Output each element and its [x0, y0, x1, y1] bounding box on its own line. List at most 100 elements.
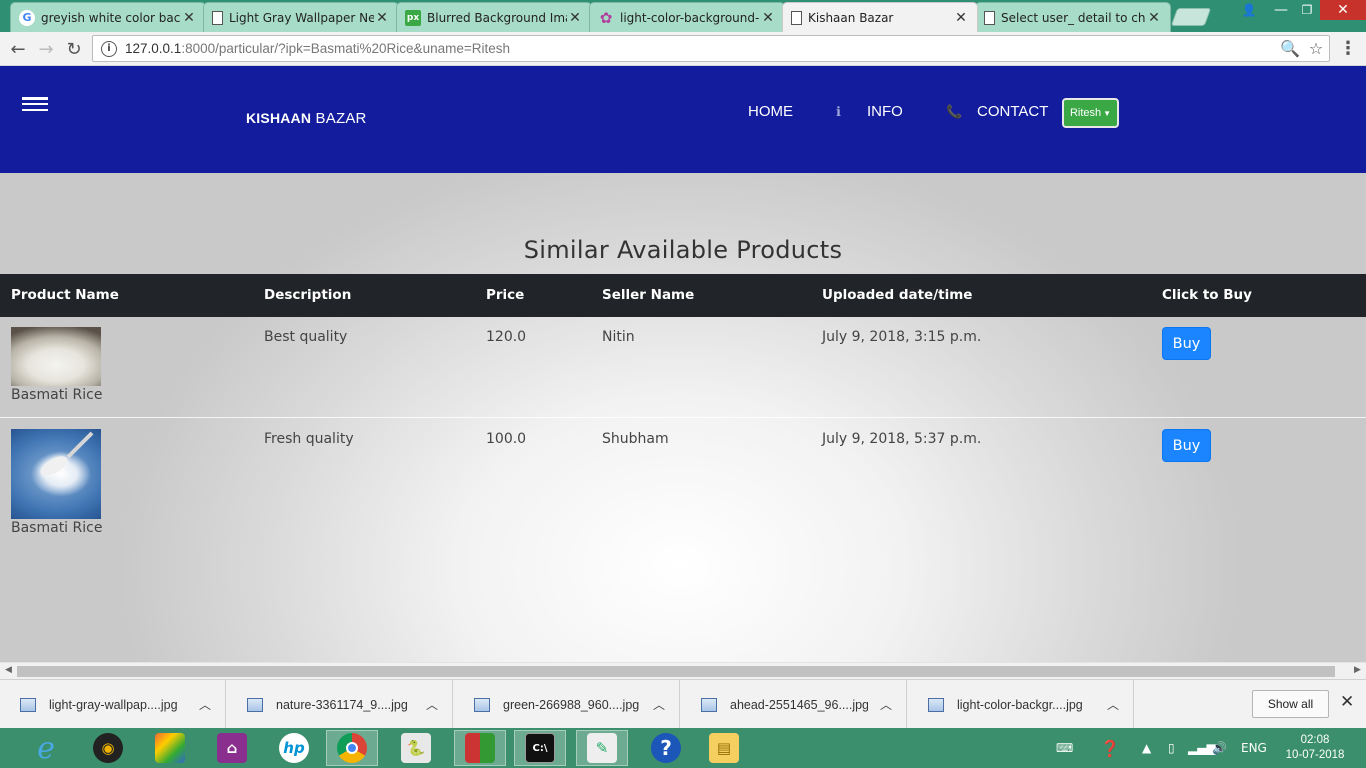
close-icon[interactable]: ✕	[1146, 10, 1162, 26]
language-indicator[interactable]: ENG	[1241, 728, 1267, 768]
download-filename: light-gray-wallpap....jpg	[49, 697, 178, 712]
python-icon[interactable]: 🐍	[390, 730, 442, 766]
download-item[interactable]: light-color-backgr....jpg ︿	[908, 680, 1134, 729]
tab-title: Select user_ detail to char	[1001, 10, 1146, 25]
hamburger-menu-icon[interactable]	[22, 97, 48, 111]
column-header: Price	[486, 287, 525, 303]
image-file-icon	[701, 697, 717, 712]
download-item[interactable]: light-gray-wallpap....jpg ︿	[0, 680, 226, 729]
uploaded-cell: July 9, 2018, 5:37 p.m.	[822, 431, 982, 447]
seller-cell: Shubham	[602, 431, 669, 447]
row-divider	[0, 417, 252, 418]
info-icon: ℹ	[836, 104, 841, 119]
command-prompt-icon[interactable]: C:\	[514, 730, 566, 766]
product-image	[11, 327, 101, 386]
battery-icon[interactable]: ▯	[1168, 728, 1175, 768]
hp-icon[interactable]: hp	[268, 730, 320, 766]
chrome-icon[interactable]	[326, 730, 378, 766]
tab-title: Kishaan Bazar	[808, 10, 894, 25]
file-explorer-icon[interactable]: ▤	[698, 730, 750, 766]
winrar-icon[interactable]	[454, 730, 506, 766]
new-tab-button[interactable]	[1170, 8, 1212, 26]
help-icon[interactable]: ?	[640, 730, 692, 766]
scrollbar-thumb[interactable]	[17, 666, 1335, 677]
buy-button[interactable]: Buy	[1162, 429, 1211, 462]
zoom-icon[interactable]: 🔍	[1277, 39, 1303, 58]
phone-icon: 📞	[946, 104, 963, 119]
download-item[interactable]: green-266988_960....jpg ︿	[454, 680, 680, 729]
price-cell: 120.0	[486, 329, 527, 345]
user-dropdown-button[interactable]: Ritesh ▼	[1062, 98, 1119, 128]
nav-info-link[interactable]: INFO	[867, 103, 903, 120]
close-icon[interactable]: ✕	[760, 10, 776, 26]
browser-menu-icon[interactable]: ⋮	[1338, 38, 1358, 60]
address-bar[interactable]: i 127.0.0.1:8000/particular/?ipk=Basmati…	[92, 35, 1330, 62]
download-filename: ahead-2551465_96....jpg	[730, 697, 868, 712]
url-text[interactable]: 127.0.0.1:8000/particular/?ipk=Basmati%2…	[125, 41, 1277, 56]
close-icon[interactable]: ✕	[953, 10, 969, 26]
show-hidden-icons-icon[interactable]: ▲	[1142, 728, 1151, 768]
nav-contact-link[interactable]: CONTACT	[977, 103, 1048, 120]
site-brand[interactable]: KISHAAN BAZAR	[246, 110, 367, 127]
media-player-icon[interactable]: ◉	[82, 730, 134, 766]
back-arrow-icon[interactable]: ←	[6, 37, 30, 61]
browser-tab-strip: G greyish white color backg ✕ Light Gray…	[0, 0, 1366, 32]
buy-button[interactable]: Buy	[1162, 327, 1211, 360]
download-item[interactable]: ahead-2551465_96....jpg ︿	[681, 680, 907, 729]
volume-icon[interactable]: 🔊	[1212, 728, 1227, 768]
internet-explorer-icon[interactable]: e	[20, 730, 72, 766]
download-shelf: light-gray-wallpap....jpg ︿ nature-33611…	[0, 679, 1366, 729]
column-header: Seller Name	[602, 287, 695, 303]
forward-arrow-icon[interactable]: →	[34, 37, 58, 61]
chevron-up-icon[interactable]: ︿	[199, 696, 211, 713]
chevron-up-icon[interactable]: ︿	[426, 696, 438, 713]
chevron-up-icon[interactable]: ︿	[880, 696, 892, 713]
reload-icon[interactable]: ↻	[62, 37, 86, 61]
caret-down-icon: ▼	[1103, 108, 1112, 118]
clock-date: 10-07-2018	[1285, 749, 1345, 761]
image-file-icon	[474, 697, 490, 712]
system-clock[interactable]: 02:08 10-07-2018	[1280, 733, 1350, 763]
wireless-display-icon[interactable]: ⌂	[206, 730, 258, 766]
uploaded-cell: July 9, 2018, 3:15 p.m.	[822, 329, 982, 345]
horizontal-scrollbar[interactable]: ◀ ▶	[0, 662, 1366, 679]
help-alert-icon[interactable]: ❓	[1100, 728, 1120, 768]
browser-tab[interactable]: px Blurred Background Imag ✕	[396, 2, 592, 32]
page-viewport: KISHAAN BAZAR HOME ℹ INFO 📞 CONTACT Rite…	[0, 66, 1366, 662]
browser-tab[interactable]: G greyish white color backg ✕	[10, 2, 206, 32]
bookmark-star-icon[interactable]: ☆	[1303, 39, 1329, 58]
document-icon	[984, 10, 995, 25]
info-icon[interactable]: i	[101, 40, 117, 57]
flower-icon: ✿	[599, 8, 613, 27]
google-icon: G	[19, 9, 35, 26]
show-all-button[interactable]: Show all	[1252, 690, 1329, 718]
close-icon[interactable]: ✕	[374, 10, 390, 26]
user-name-label: Ritesh	[1069, 107, 1102, 119]
image-file-icon	[247, 697, 263, 712]
chevron-up-icon[interactable]: ︿	[1107, 696, 1119, 713]
close-icon[interactable]: ✕	[567, 10, 583, 26]
nav-home-link[interactable]: HOME	[748, 103, 793, 120]
close-icon[interactable]: ✕	[1340, 692, 1354, 712]
browser-tab-active[interactable]: Kishaan Bazar ✕	[782, 2, 978, 32]
chevron-up-icon[interactable]: ︿	[653, 696, 665, 713]
column-header: Click to Buy	[1162, 287, 1252, 303]
browser-tab[interactable]: Light Gray Wallpaper Nev ✕	[203, 2, 399, 32]
browser-tab[interactable]: ✿ light-color-background-i ✕	[589, 2, 785, 32]
photo-app-icon[interactable]	[144, 730, 196, 766]
close-icon[interactable]: ✕	[181, 10, 197, 26]
document-icon	[791, 10, 802, 25]
windows-taskbar: e ◉ ⌂ hp 🐍 C:\ ✎ ? ▤ ⌨ ❓ ▲ ▯ ▂▄▆ 🔊 ENG 0…	[0, 728, 1366, 768]
description-cell: Best quality	[264, 329, 348, 345]
text-editor-icon[interactable]: ✎	[576, 730, 628, 766]
site-navbar: KISHAAN BAZAR HOME ℹ INFO 📞 CONTACT Rite…	[0, 66, 1366, 173]
document-icon	[212, 10, 223, 25]
column-header: Description	[264, 287, 352, 303]
scroll-left-icon[interactable]: ◀	[5, 665, 12, 675]
download-item[interactable]: nature-3361174_9....jpg ︿	[227, 680, 453, 729]
keyboard-icon[interactable]: ⌨	[1056, 728, 1073, 768]
scroll-right-icon[interactable]: ▶	[1354, 665, 1361, 675]
close-window-button[interactable]: ✕	[1320, 0, 1366, 20]
browser-tab[interactable]: Select user_ detail to char ✕	[975, 2, 1171, 32]
image-file-icon	[928, 697, 944, 712]
